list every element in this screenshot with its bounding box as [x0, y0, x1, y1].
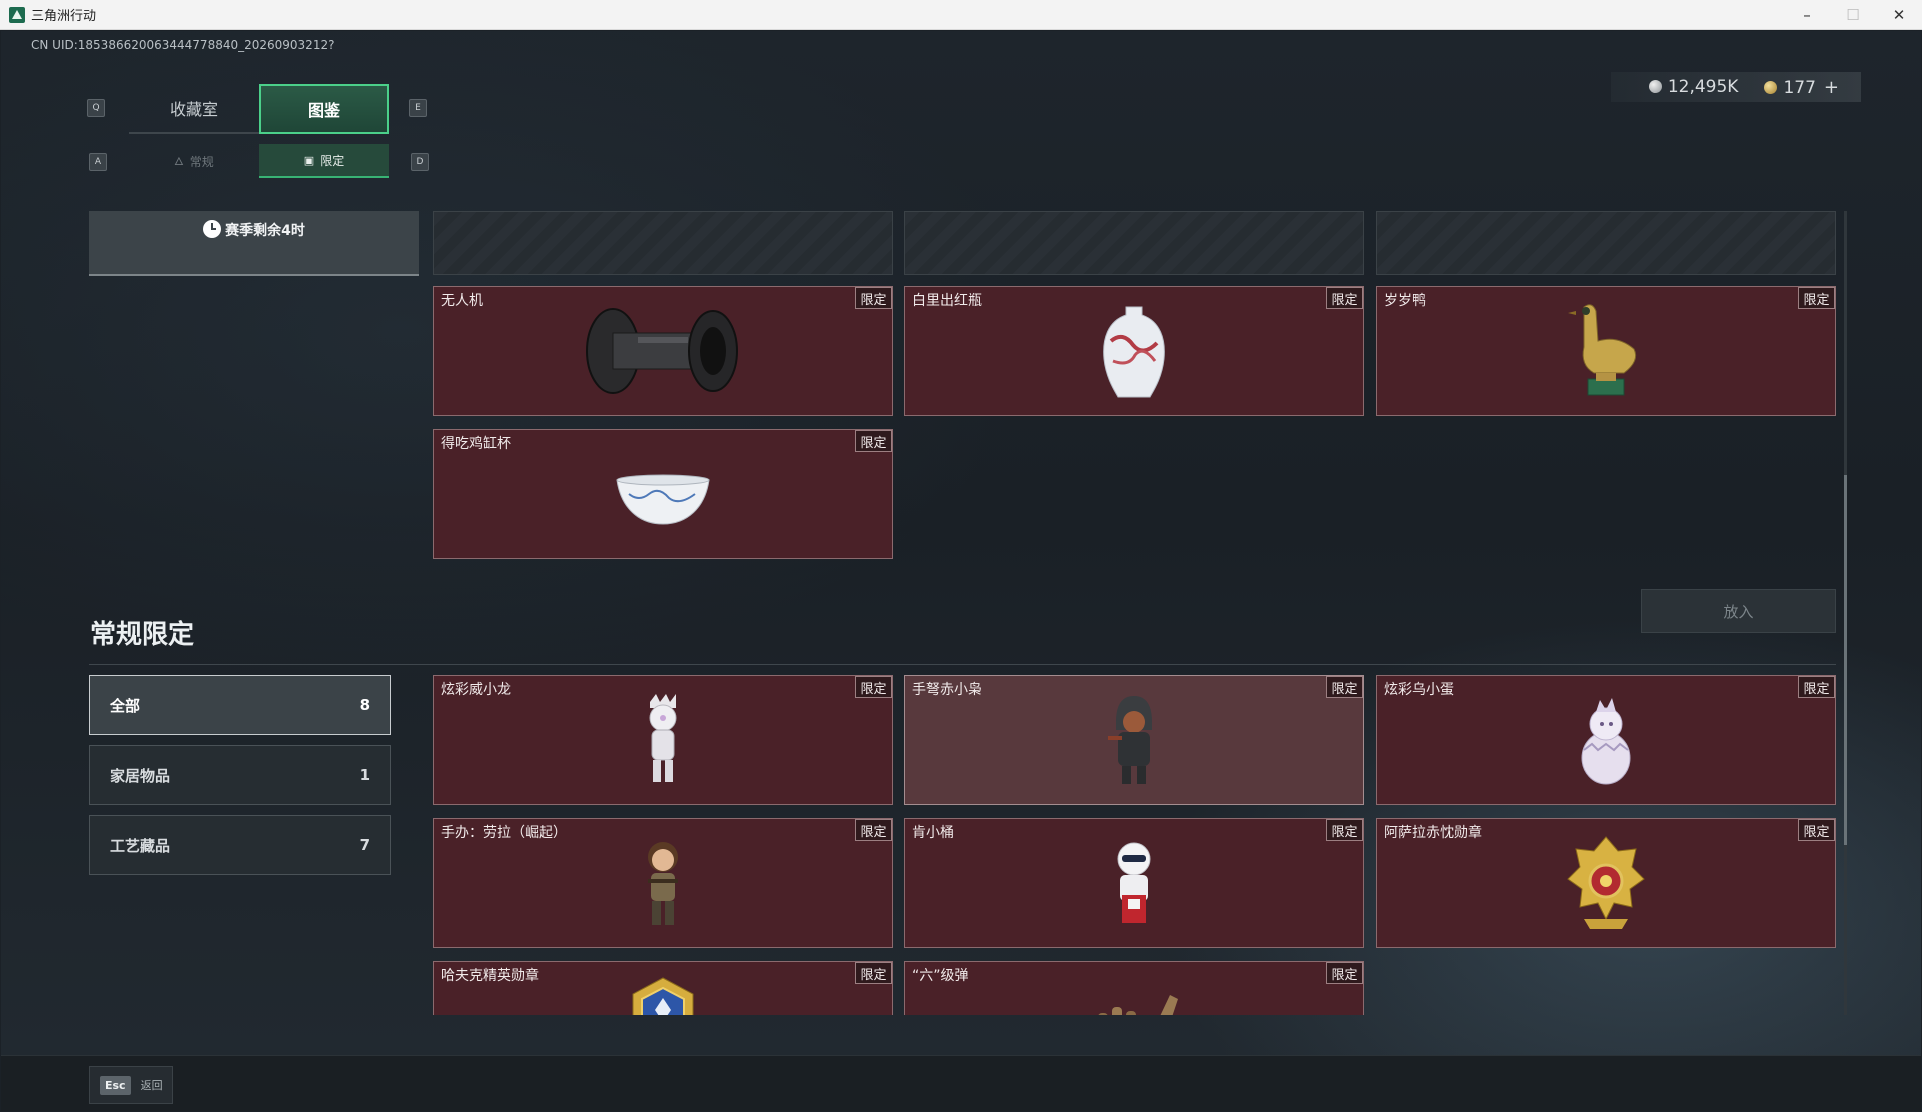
item-name: 炫彩威小龙: [441, 682, 511, 698]
window-titlebar: 三角洲行动 – ☐ ✕: [0, 0, 1922, 30]
gold-medal-icon: [1567, 836, 1645, 929]
item-card[interactable]: 岁岁鸭 限定: [1376, 286, 1836, 416]
scrolled-card-top: [1376, 211, 1836, 275]
close-button[interactable]: ✕: [1876, 0, 1922, 30]
season-remaining-text: 赛季剩余4时: [225, 223, 305, 239]
item-card[interactable]: 炫彩威小龙 限定: [433, 675, 893, 805]
item-name: 手办：劳拉（崛起）: [441, 825, 567, 841]
lara-figure-icon: [648, 842, 678, 925]
limited-badge: 限定: [1326, 287, 1363, 309]
white-dragon-figure-icon: [649, 694, 677, 782]
limited-badge: 限定: [855, 676, 892, 698]
item-name: 阿萨拉赤忱勋章: [1384, 825, 1482, 841]
filter-count: 8: [359, 696, 370, 714]
filter-count: 1: [359, 766, 370, 784]
item-card[interactable]: 哈夫克精英勋章 限定: [433, 961, 893, 1015]
porcelain-cup-icon: [616, 474, 710, 525]
item-card[interactable]: 白里出红瓶 限定: [904, 286, 1364, 416]
item-card[interactable]: 得吃鸡缸杯 限定: [433, 429, 893, 559]
item-name: 无人机: [441, 293, 483, 309]
limited-badge: 限定: [1798, 676, 1835, 698]
item-card[interactable]: 无人机 限定: [433, 286, 893, 416]
hooded-figure-icon: [1108, 696, 1152, 784]
item-name: 白里出红瓶: [912, 293, 982, 309]
egg-figure-icon: [1581, 698, 1631, 785]
limited-badge: 限定: [1326, 962, 1363, 984]
scrolled-card-top: [904, 211, 1364, 275]
item-name: 炫彩乌小蛋: [1384, 682, 1454, 698]
limited-badge: 限定: [1326, 676, 1363, 698]
scrolled-card-top: [433, 211, 893, 275]
minimize-button[interactable]: –: [1784, 0, 1830, 30]
section-divider: [89, 664, 1836, 665]
item-card[interactable]: 手弩赤小枭 限定: [904, 675, 1364, 805]
item-name: 手弩赤小枭: [912, 682, 982, 698]
app-logo-icon: [9, 6, 25, 23]
esc-key-hint: Esc: [100, 1075, 131, 1095]
item-name: 得吃鸡缸杯: [441, 436, 511, 452]
filter-label: 全部: [110, 696, 141, 715]
item-name: 肯小桶: [912, 825, 954, 841]
filter-home-items[interactable]: 家居物品 1: [89, 745, 391, 805]
section-title-regular-limited: 常规限定: [90, 620, 195, 650]
back-button[interactable]: Esc 返回: [89, 1066, 173, 1104]
item-card[interactable]: 炫彩乌小蛋 限定: [1376, 675, 1836, 805]
limited-badge: 限定: [1326, 819, 1363, 841]
back-label: 返回: [140, 1079, 163, 1092]
filter-all[interactable]: 全部 8: [89, 675, 391, 735]
place-button[interactable]: 放入: [1641, 589, 1836, 633]
window-controls: – ☐ ✕: [1784, 0, 1922, 30]
limited-badge: 限定: [1798, 287, 1835, 309]
scrollbar-thumb[interactable]: [1844, 475, 1847, 845]
bronze-duck-icon: [1568, 304, 1637, 396]
filter-label: 工艺藏品: [110, 836, 171, 855]
filter-craft-collectibles[interactable]: 工艺藏品 7: [89, 815, 391, 875]
blue-gold-badge-icon: [632, 977, 694, 1015]
limited-badge: 限定: [855, 430, 892, 452]
window-title: 三角洲行动: [31, 9, 97, 24]
bottom-bar: Esc 返回: [1, 1055, 1921, 1111]
limited-badge: 限定: [1798, 819, 1835, 841]
item-name: 哈夫克精英勋章: [441, 968, 539, 984]
porcelain-vase-icon: [1103, 306, 1165, 398]
limited-badge: 限定: [855, 819, 892, 841]
item-card[interactable]: 阿萨拉赤忱勋章 限定: [1376, 818, 1836, 948]
colonel-figure-icon: [1117, 842, 1151, 923]
scroll-content[interactable]: 赛季剩余4时 无人机 限定 白里出红瓶 限定 岁岁鸭 限定 得吃鸡缸杯 限定 常…: [1, 31, 1921, 1015]
item-card[interactable]: 手办：劳拉（崛起） 限定: [433, 818, 893, 948]
filter-label: 家居物品: [110, 766, 171, 785]
season-timer-panel: 赛季剩余4时: [89, 211, 419, 276]
limited-badge: 限定: [855, 287, 892, 309]
item-name: “六”级弹: [912, 968, 969, 984]
game-screen: CN UID:185386620063444778840_20260903212…: [1, 31, 1921, 1111]
filter-count: 7: [359, 836, 370, 854]
clock-icon: [203, 220, 222, 238]
item-card[interactable]: “六”级弹 限定: [904, 961, 1364, 1015]
item-card[interactable]: 肯小桶 限定: [904, 818, 1364, 948]
drone-part-icon: [586, 308, 738, 394]
maximize-button[interactable]: ☐: [1830, 0, 1876, 30]
item-name: 岁岁鸭: [1384, 293, 1426, 309]
bronze-hand-icon: [1098, 995, 1178, 1015]
limited-badge: 限定: [855, 962, 892, 984]
